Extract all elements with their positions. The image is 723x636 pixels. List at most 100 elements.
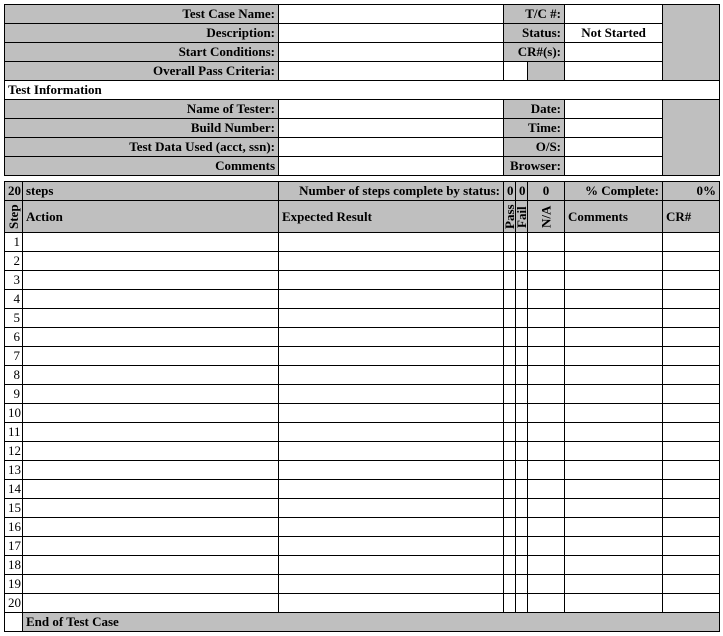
cell-cr[interactable]: [663, 271, 720, 290]
cell-comments[interactable]: [565, 252, 663, 271]
cell-action[interactable]: [23, 575, 279, 594]
value-time[interactable]: [565, 119, 663, 138]
value-test-case-name[interactable]: [279, 5, 504, 24]
cell-fail[interactable]: [516, 499, 528, 518]
cell-action[interactable]: [23, 347, 279, 366]
cell-comments[interactable]: [565, 290, 663, 309]
cell-cr[interactable]: [663, 366, 720, 385]
cell-comments[interactable]: [565, 537, 663, 556]
cell-fail[interactable]: [516, 309, 528, 328]
cell-pass[interactable]: [504, 328, 516, 347]
cell-na[interactable]: [528, 290, 565, 309]
cell-comments[interactable]: [565, 366, 663, 385]
cell-action[interactable]: [23, 290, 279, 309]
cell-na[interactable]: [528, 480, 565, 499]
value-os[interactable]: [565, 138, 663, 157]
value-name-of-tester[interactable]: [279, 100, 504, 119]
cell-cr[interactable]: [663, 518, 720, 537]
cell-comments[interactable]: [565, 423, 663, 442]
cell-na[interactable]: [528, 271, 565, 290]
cell-pass[interactable]: [504, 537, 516, 556]
value-comments[interactable]: [279, 157, 504, 176]
cell-expected[interactable]: [279, 461, 504, 480]
cell-action[interactable]: [23, 480, 279, 499]
cell-pass[interactable]: [504, 594, 516, 613]
cell-na[interactable]: [528, 423, 565, 442]
cell-na[interactable]: [528, 556, 565, 575]
cell-action[interactable]: [23, 499, 279, 518]
cell-expected[interactable]: [279, 518, 504, 537]
cell-pass[interactable]: [504, 233, 516, 252]
cell-expected[interactable]: [279, 537, 504, 556]
cell-action[interactable]: [23, 537, 279, 556]
cell-expected[interactable]: [279, 423, 504, 442]
cell-expected[interactable]: [279, 309, 504, 328]
cell-pass[interactable]: [504, 499, 516, 518]
value-description[interactable]: [279, 24, 504, 43]
cell-comments[interactable]: [565, 404, 663, 423]
cell-na[interactable]: [528, 347, 565, 366]
cell-cr[interactable]: [663, 290, 720, 309]
cell-fail[interactable]: [516, 594, 528, 613]
cell-action[interactable]: [23, 252, 279, 271]
cell-fail[interactable]: [516, 537, 528, 556]
cell-comments[interactable]: [565, 347, 663, 366]
cell-expected[interactable]: [279, 233, 504, 252]
cell-fail[interactable]: [516, 480, 528, 499]
cell-pass[interactable]: [504, 252, 516, 271]
cell-cr[interactable]: [663, 385, 720, 404]
cell-cr[interactable]: [663, 480, 720, 499]
cell-cr[interactable]: [663, 233, 720, 252]
cell-comments[interactable]: [565, 233, 663, 252]
cell-cr[interactable]: [663, 499, 720, 518]
cell-pass[interactable]: [504, 461, 516, 480]
cell-expected[interactable]: [279, 328, 504, 347]
cell-action[interactable]: [23, 594, 279, 613]
cell-action[interactable]: [23, 328, 279, 347]
cell-pass[interactable]: [504, 518, 516, 537]
cell-fail[interactable]: [516, 233, 528, 252]
cell-cr[interactable]: [663, 347, 720, 366]
cell-expected[interactable]: [279, 290, 504, 309]
value-build-number[interactable]: [279, 119, 504, 138]
cell-pass[interactable]: [504, 480, 516, 499]
cell-fail[interactable]: [516, 385, 528, 404]
cell-fail[interactable]: [516, 461, 528, 480]
cell-comments[interactable]: [565, 556, 663, 575]
cell-fail[interactable]: [516, 423, 528, 442]
cell-action[interactable]: [23, 366, 279, 385]
cell-action[interactable]: [23, 518, 279, 537]
value-tc-num[interactable]: [565, 5, 663, 24]
value-browser[interactable]: [565, 157, 663, 176]
cell-cr[interactable]: [663, 461, 720, 480]
cell-na[interactable]: [528, 499, 565, 518]
cell-cr[interactable]: [663, 404, 720, 423]
cell-na[interactable]: [528, 385, 565, 404]
cell-pass[interactable]: [504, 575, 516, 594]
cell-comments[interactable]: [565, 271, 663, 290]
cell-fail[interactable]: [516, 404, 528, 423]
cell-cr[interactable]: [663, 442, 720, 461]
cell-comments[interactable]: [565, 461, 663, 480]
cell-pass[interactable]: [504, 423, 516, 442]
cell-expected[interactable]: [279, 575, 504, 594]
cell-action[interactable]: [23, 233, 279, 252]
cell-action[interactable]: [23, 442, 279, 461]
cell-fail[interactable]: [516, 290, 528, 309]
cell-fail[interactable]: [516, 271, 528, 290]
cell-cr[interactable]: [663, 594, 720, 613]
cell-action[interactable]: [23, 271, 279, 290]
cell-na[interactable]: [528, 594, 565, 613]
cell-na[interactable]: [528, 575, 565, 594]
cell-pass[interactable]: [504, 290, 516, 309]
cell-pass[interactable]: [504, 309, 516, 328]
cell-expected[interactable]: [279, 271, 504, 290]
cell-na[interactable]: [528, 404, 565, 423]
value-start-conditions[interactable]: [279, 43, 504, 62]
cell-na[interactable]: [528, 442, 565, 461]
cell-comments[interactable]: [565, 518, 663, 537]
cell-fail[interactable]: [516, 518, 528, 537]
cell-expected[interactable]: [279, 385, 504, 404]
cell-expected[interactable]: [279, 347, 504, 366]
cell-na[interactable]: [528, 537, 565, 556]
